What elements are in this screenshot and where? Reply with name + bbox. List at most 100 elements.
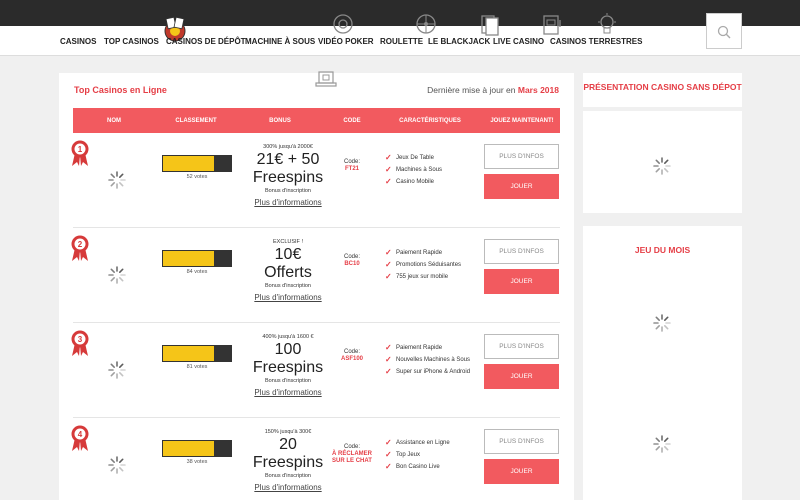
promo-code: Code: ASF100 [331, 349, 373, 363]
rank-ribbon-icon: 2 [70, 234, 90, 262]
features-list: ✓ Paiement Rapide ✓ Promotions Séduisantes ✓… [385, 249, 485, 286]
checkmark-icon: ✓ [385, 438, 392, 447]
more-info-button[interactable]: PLUS D'INFOS [484, 239, 559, 264]
header-bonus: BONUS [269, 118, 291, 124]
header-jouez: JOUEZ MAINTENANT! [490, 118, 554, 124]
vote-count: 52 votes [186, 174, 208, 180]
play-button[interactable]: JOUER [484, 174, 559, 199]
feature-label: Paiement Rapide [396, 250, 443, 256]
rank-ribbon-icon: 3 [70, 329, 90, 357]
rank-number: 4 [78, 430, 83, 439]
nav-machine-a-sous[interactable]: MACHINE À SOUS [245, 37, 315, 46]
casino-row: 4 38 votes 150% jusqu'à 300€ 20 Freespins Bon… [70, 418, 560, 500]
bonus-pre: 150% jusqu'à 300€ [264, 429, 312, 435]
more-info-link[interactable]: Plus d'informations [236, 197, 340, 208]
feature-item: ✓ Nouvelles Machines à Sous [385, 355, 485, 364]
play-button[interactable]: JOUER [484, 269, 559, 294]
play-button[interactable]: JOUER [484, 459, 559, 484]
checkmark-icon: ✓ [385, 177, 392, 186]
feature-item: ✓ Machines à Sous [385, 165, 485, 174]
rank-ribbon-icon: 4 [70, 424, 90, 452]
code-value: À RÉCLAMER SUR LE CHAT [332, 451, 372, 464]
header-classement: CLASSEMENT [175, 118, 217, 124]
rank-number: 2 [78, 240, 83, 249]
bonus-main: 10€ [274, 246, 302, 263]
promo-code: Code: FT21 [331, 159, 373, 173]
bonus-main-2: Freespins [252, 359, 324, 376]
code-label: Code: [343, 444, 360, 450]
feature-label: Paiement Rapide [396, 345, 443, 351]
bonus-sub: Bonus d'inscription [265, 378, 311, 384]
presentation-title: PRÉSENTATION CASINO SANS DÉPOT [583, 82, 742, 92]
checkmark-icon: ✓ [385, 272, 392, 281]
casino-ranking-panel: Top Casinos en Ligne Dernière mise à jou… [59, 71, 574, 500]
feature-label: Top Jeux [396, 452, 421, 458]
more-info-link[interactable]: Plus d'informations [236, 292, 340, 303]
bonus-pre: 300% jusqu'à 2000€ [263, 144, 313, 150]
nav-casinos[interactable]: CASINOS [60, 37, 96, 46]
rank-number: 1 [78, 145, 83, 154]
feature-label: Jeux De Table [396, 155, 434, 161]
feature-item: ✓ Top Jeux [385, 451, 485, 459]
nav-casinos-terrestres[interactable]: CASINOS TERRESTRES [550, 37, 642, 46]
nav-roulette[interactable]: ROULETTE [380, 37, 423, 46]
code-label: Code: [343, 159, 360, 165]
code-value: ASF100 [340, 356, 363, 362]
game-of-month-title: JEU DU MOIS [634, 245, 691, 255]
loading-spinner-icon [653, 157, 671, 175]
divider [583, 107, 742, 111]
bonus-block: 400% jusqu'à 1600 €100 Freespins Bonus d'i… [236, 333, 340, 398]
bonus-main-2: Freespins [252, 454, 324, 471]
bonus-block: EXCLUSIF ! 10€ Offerts Bonus d'inscription P… [236, 238, 340, 303]
slot-machine-icon [540, 12, 564, 40]
rating-bar [162, 155, 232, 172]
top-bar [0, 0, 800, 26]
feature-label: Casino Mobile [396, 179, 435, 185]
features-list: ✓ Jeux De Table ✓ Machines à Sous ✓ Casino Mo… [385, 154, 485, 191]
feature-label: 755 jeux sur mobile [396, 274, 449, 280]
search-button[interactable] [706, 13, 742, 49]
feature-label: Assistance en Ligne [396, 440, 450, 446]
checkmark-icon: ✓ [385, 355, 392, 364]
bonus-block: 150% jusqu'à 300€ 20 Freespins Bonus d'insc… [236, 428, 340, 493]
loading-spinner-icon [108, 171, 126, 189]
nav-top-casinos[interactable]: TOP CASINOS [104, 37, 159, 46]
vote-count: 81 votes [186, 364, 208, 370]
more-info-link[interactable]: Plus d'informations [236, 482, 340, 493]
checkmark-icon: ✓ [385, 165, 392, 174]
more-info-button[interactable]: PLUS D'INFOS [484, 144, 559, 169]
play-button[interactable]: JOUER [484, 364, 559, 389]
loading-spinner-icon [108, 361, 126, 379]
cards-icon [478, 12, 502, 40]
poker-chip-icon [331, 12, 355, 40]
feature-item: ✓ Paiement Rapide [385, 249, 485, 257]
feature-item: ✓ Casino Mobile [385, 177, 485, 186]
feature-item: ✓ Super sur iPhone & Android [385, 368, 485, 376]
lightbulb-icon [595, 12, 619, 40]
rating-bar [162, 250, 232, 267]
more-info-button[interactable]: PLUS D'INFOS [484, 429, 559, 454]
nav-video-poker[interactable]: VIDÉO POKER [318, 37, 374, 46]
checkmark-icon: ✓ [385, 260, 392, 269]
rank-number: 3 [78, 335, 83, 344]
nav-casinos-depot[interactable]: CASINOS DE DÉPÔT [166, 37, 246, 46]
rank-ribbon-icon: 1 [70, 139, 90, 167]
nav-live-casino[interactable]: LIVE CASINO [493, 37, 544, 46]
search-icon [717, 25, 731, 39]
rating-bar [162, 440, 232, 457]
table-header: NOM CLASSEMENT BONUS CODE CARACTÉRISTIQU… [73, 108, 560, 133]
casino-row: 3 81 votes 400% jusqu'à 1600 €100 Freespins… [70, 323, 560, 418]
nav-blackjack[interactable]: LE BLACKJACK [428, 37, 490, 46]
code-label: Code: [343, 254, 360, 260]
more-info-button[interactable]: PLUS D'INFOS [484, 334, 559, 359]
feature-label: Super sur iPhone & Android [396, 369, 471, 375]
promo-code: Code: À RÉCLAMER SUR LE CHAT [331, 444, 373, 465]
feature-label: Nouvelles Machines à Sous [396, 357, 471, 363]
feature-label: Machines à Sous [396, 167, 443, 173]
more-info-link[interactable]: Plus d'informations [236, 387, 340, 398]
vote-count: 84 votes [186, 269, 208, 275]
game-of-month-card: JEU DU MOIS [583, 226, 742, 500]
update-date: Mars 2018 [517, 85, 559, 95]
bonus-sub: Bonus d'inscription [265, 188, 311, 194]
promo-code: Code: BC10 [331, 254, 373, 268]
